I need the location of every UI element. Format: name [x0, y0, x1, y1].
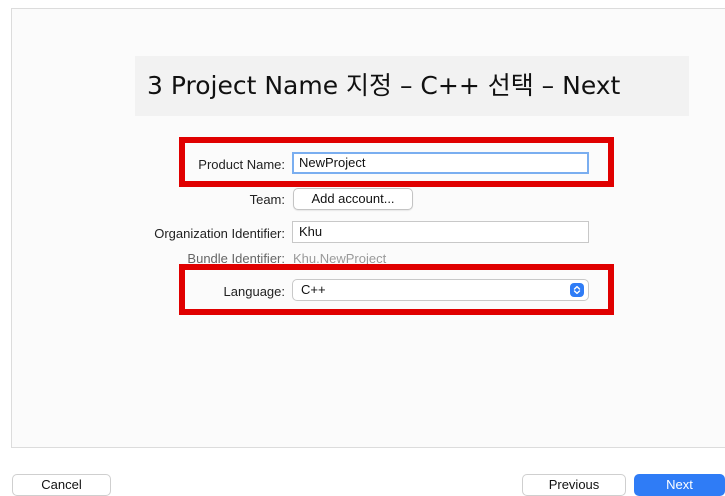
organization-identifier-field[interactable]: Khu	[292, 221, 589, 243]
previous-button[interactable]: Previous	[522, 474, 626, 496]
product-name-field[interactable]: NewProject	[292, 152, 589, 174]
add-account-button[interactable]: Add account...	[293, 188, 413, 210]
bundle-identifier-label: Bundle Identifier:	[187, 251, 285, 266]
product-name-label: Product Name:	[198, 157, 285, 172]
team-label: Team:	[249, 192, 285, 207]
organization-identifier-label: Organization Identifier:	[154, 226, 285, 241]
language-label: Language:	[223, 284, 285, 299]
language-selected-value: C++	[301, 282, 326, 297]
language-popup[interactable]: C++	[292, 279, 589, 301]
next-button[interactable]: Next	[634, 474, 725, 496]
cancel-button[interactable]: Cancel	[12, 474, 111, 496]
slide-caption: 3 Project Name 지정 – C++ 선택 – Next	[135, 56, 689, 116]
bundle-identifier-value: Khu.NewProject	[293, 251, 387, 266]
up-down-chevron-icon	[570, 283, 584, 297]
